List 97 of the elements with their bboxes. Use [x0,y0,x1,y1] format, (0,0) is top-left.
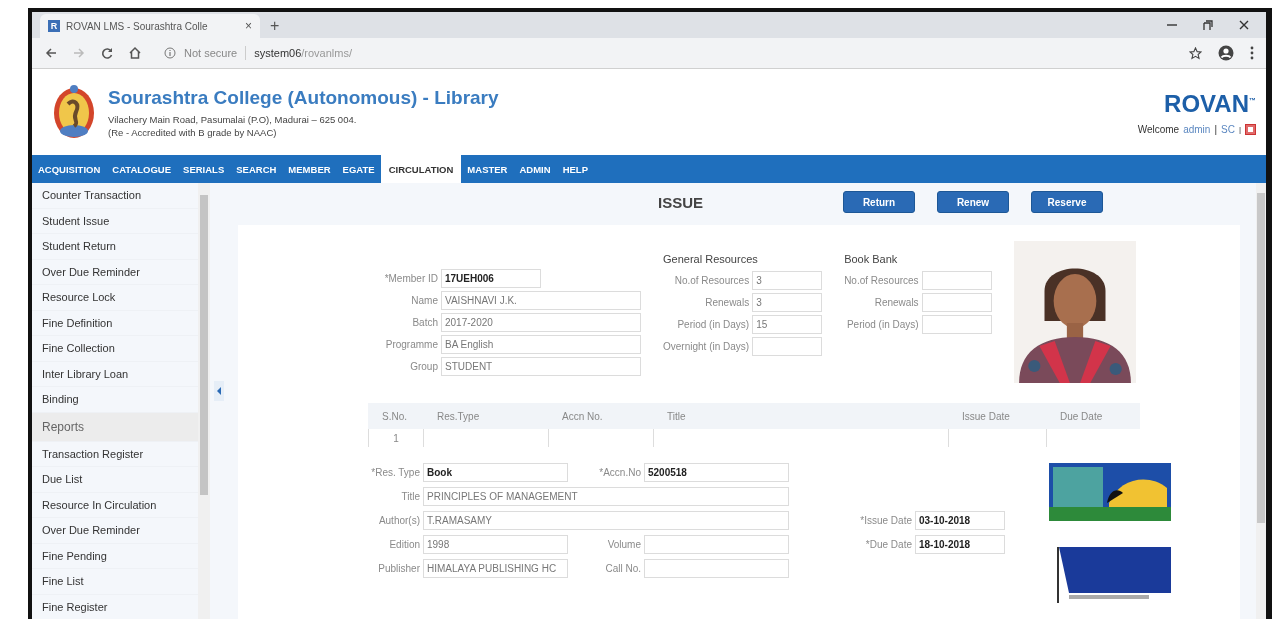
scrollbar[interactable] [1256,183,1266,619]
field-label: Overnight (in Days) [663,341,750,352]
input-field[interactable]: 5200518 [644,463,789,482]
field-label: No.of Resources [844,275,919,286]
field-label: *Issue Date [859,515,912,526]
field-label: Renewals [704,297,750,308]
tab-close-button[interactable]: × [245,19,252,33]
section-title: Book Bank [844,253,899,265]
menu-tab[interactable]: MEMBER [282,155,337,183]
favicon: R [48,20,60,32]
back-icon[interactable] [44,46,58,60]
column-header: Accn No. [561,409,604,424]
menu-tab[interactable]: SEARCH [230,155,283,183]
input-field[interactable]: T.RAMASAMY [423,511,789,530]
field-label: Period (in Days) [676,319,750,330]
input-field[interactable]: 1998 [423,535,568,554]
input-field[interactable]: 03-10-2018 [915,511,1005,530]
input-field[interactable] [921,271,992,290]
user-link[interactable]: admin [1183,123,1211,135]
menu-tab[interactable]: MASTER [461,155,514,183]
collapse-handle-icon[interactable] [214,381,224,401]
page-title: ISSUE [658,193,703,211]
input-field[interactable]: 18-10-2018 [915,535,1005,554]
field-label: Volume [606,539,641,550]
column-header: Due Date [1059,409,1104,424]
action-button[interactable]: Reserve [1031,191,1103,213]
action-button[interactable]: Renew [937,191,1009,213]
account-icon[interactable] [1218,45,1234,61]
menu-tab[interactable]: EGATE [336,155,381,183]
input-field[interactable]: PRINCIPLES OF MANAGEMENT [423,487,789,506]
separator: | [1238,124,1241,134]
field-label: Batch [411,317,438,328]
input-field[interactable] [752,337,823,356]
input-field[interactable]: 3 [752,271,823,290]
input-field[interactable] [921,315,992,334]
column-header: S.No. [381,409,408,424]
field-label: Title [400,491,420,502]
field-label: Publisher [377,563,420,574]
menu-tab[interactable]: SERIALS [177,155,231,183]
separator: | [1214,123,1217,135]
input-field[interactable] [644,559,789,578]
url-text: system06/rovanlms/ [254,47,353,59]
college-address: Vilachery Main Road, Pasumalai (P.O), Madurai – 625 004. [108,113,358,125]
input-field[interactable]: VAISHNAVI J.K. [441,291,641,310]
field-label: *Due Date [864,539,912,550]
close-icon[interactable] [1238,19,1250,31]
column-header: Issue Date [961,409,1011,424]
info-icon[interactable] [164,47,176,59]
new-tab-button[interactable]: + [270,17,280,35]
more-menu-icon[interactable] [1250,46,1254,60]
browser-tab[interactable]: R ROVAN LMS - Sourashtra Colle × [40,14,260,38]
menu-tab[interactable]: CIRCULATION [380,155,462,183]
column-header: Res.Type [436,409,481,424]
menu-tab[interactable]: ACQUISITION [32,155,107,183]
menu-tab[interactable]: ADMIN [513,155,557,183]
field-label: *Res. Type [370,467,420,478]
input-field[interactable]: 2017-2020 [441,313,641,332]
input-field[interactable] [644,535,789,554]
welcome-label: Welcome [1137,123,1180,135]
star-icon[interactable] [1189,46,1202,60]
section-title: General Resources [663,253,759,265]
site-link[interactable]: SC [1221,123,1235,135]
input-field[interactable]: 17UEH006 [441,269,541,288]
input-field[interactable]: 15 [752,315,823,334]
college-title: Sourashtra College (Autonomous) - Library [108,86,499,109]
field-label: Name [410,295,438,306]
field-label: Group [409,361,438,372]
action-button[interactable]: Return [843,191,915,213]
brand-logo: ROVAN$^{™}$ [1164,89,1256,118]
input-field[interactable] [921,293,992,312]
input-field[interactable]: 3 [752,293,823,312]
logout-icon[interactable] [1245,123,1256,135]
field-label: *Member ID [383,273,438,284]
field-label: *Accn.No [598,467,641,478]
field-label: No.of Resources [673,275,750,286]
restore-icon[interactable] [1202,19,1214,31]
sidebar-heading: Reports [32,412,198,442]
field-label: Call No. [604,563,641,574]
field-label: Edition [388,539,420,550]
scrollbar[interactable] [198,183,210,619]
input-field[interactable]: HIMALAYA PUBLISHING HC [423,559,568,578]
emblem-icon [52,84,96,140]
field-label: Renewals [873,297,919,308]
input-field[interactable]: BA English [441,335,641,354]
menu-tab[interactable]: CATALOGUE [106,155,178,183]
tab-title: ROVAN LMS - Sourashtra Colle [66,20,209,32]
menu-tab[interactable]: HELP [556,155,594,183]
security-label: Not secure [184,47,238,59]
field-label: Author(s) [377,515,420,526]
field-label: Period (in Days) [845,319,919,330]
input-field[interactable]: STUDENT [441,357,641,376]
home-icon[interactable] [128,46,142,60]
field-label: Programme [384,339,438,350]
column-header: Title [666,409,687,424]
reload-icon[interactable] [100,46,114,60]
input-field[interactable]: Book [423,463,568,482]
accreditation-text: (Re - Accredited with B grade by NAAC) [108,126,278,138]
